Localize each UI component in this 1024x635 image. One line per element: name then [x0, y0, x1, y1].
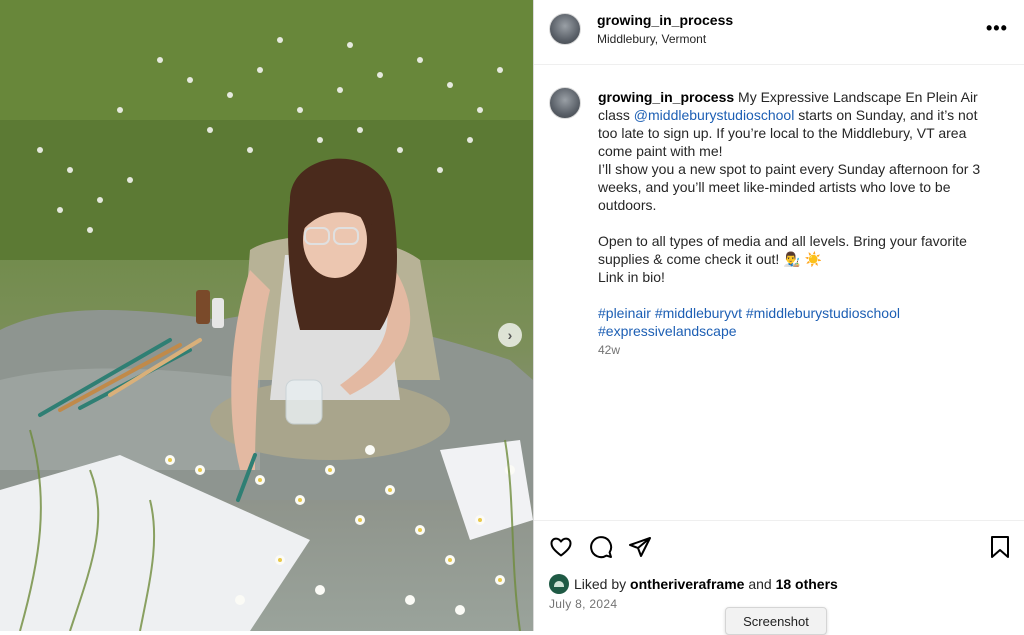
liked-by-user-link[interactable]: ontheriveraframe [630, 576, 744, 592]
caption-mention-link[interactable]: @middleburystudioschool [634, 107, 795, 123]
post-details-panel: growing_in_process Middlebury, Vermont •… [534, 0, 1024, 631]
next-photo-button[interactable]: › [498, 323, 522, 347]
actions-divider [534, 520, 1024, 521]
heart-icon[interactable] [549, 535, 573, 564]
caption-time-ago[interactable]: 42w [598, 343, 620, 357]
liked-by-others-link[interactable]: 18 others [776, 576, 838, 592]
header-location[interactable]: Middlebury, Vermont [597, 32, 706, 46]
post-header: growing_in_process Middlebury, Vermont •… [534, 0, 1024, 65]
post-caption: growing_in_process My Expressive Landsca… [598, 88, 998, 340]
liked-by-avatar[interactable] [549, 574, 569, 594]
liked-by-text: Liked by ontheriveraframe and 18 others [574, 576, 838, 592]
caption-username[interactable]: growing_in_process [598, 89, 734, 105]
caption-line-2: I’ll show you a new spot to paint every … [598, 161, 981, 213]
caption-avatar[interactable] [549, 87, 581, 119]
liked-by-prefix: Liked by [574, 576, 631, 592]
post-date[interactable]: July 8, 2024 [549, 597, 617, 611]
caption-line-4: Link in bio! [598, 269, 665, 285]
more-options-icon[interactable]: ••• [986, 18, 1008, 39]
comment-icon[interactable] [589, 535, 613, 564]
hashtag-link[interactable]: #pleinair [598, 305, 651, 321]
liked-by-and: and [744, 576, 776, 592]
header-username[interactable]: growing_in_process [597, 12, 733, 28]
caption-line-3: Open to all types of media and all level… [598, 233, 967, 267]
photo-illustration [0, 0, 533, 631]
hashtag-link[interactable]: #middleburyvt [655, 305, 742, 321]
hashtag-link[interactable]: #expressivelandscape [598, 323, 737, 339]
hashtag-link[interactable]: #middleburystudioschool [746, 305, 900, 321]
avatar[interactable] [549, 13, 581, 45]
bookmark-icon[interactable] [989, 535, 1011, 564]
post-photo[interactable]: › [0, 0, 533, 631]
paper-plane-icon[interactable] [628, 535, 652, 564]
